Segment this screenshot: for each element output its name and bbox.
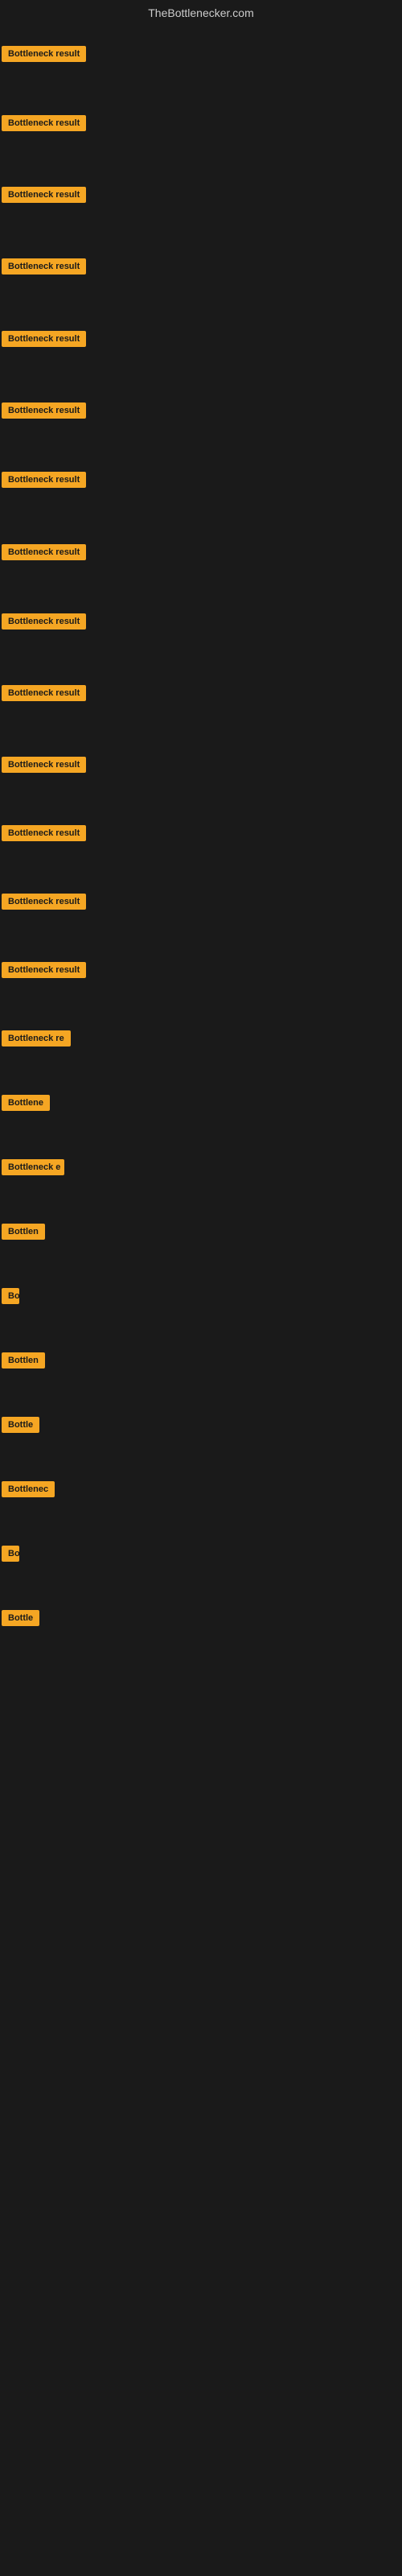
bottleneck-badge-21: Bottle	[2, 1417, 39, 1433]
bottleneck-badge-10: Bottleneck result	[2, 685, 86, 701]
bottleneck-badge-16: Bottlene	[2, 1095, 50, 1111]
bottleneck-badge-4: Bottleneck result	[2, 258, 86, 275]
bottleneck-badge-1: Bottleneck result	[2, 46, 86, 62]
bottleneck-badge-11: Bottleneck result	[2, 757, 86, 773]
bottleneck-badge-2: Bottleneck result	[2, 115, 86, 131]
bottleneck-badge-14: Bottleneck result	[2, 962, 86, 978]
bottleneck-badge-7: Bottleneck result	[2, 472, 86, 488]
bottleneck-badge-19: Bo	[2, 1288, 19, 1304]
bottleneck-badge-8: Bottleneck result	[2, 544, 86, 560]
bottleneck-badge-22: Bottlenec	[2, 1481, 55, 1497]
bottleneck-badge-3: Bottleneck result	[2, 187, 86, 203]
bottleneck-badge-12: Bottleneck result	[2, 825, 86, 841]
bottleneck-badge-5: Bottleneck result	[2, 331, 86, 347]
bottleneck-badge-15: Bottleneck re	[2, 1030, 71, 1046]
bottleneck-badge-13: Bottleneck result	[2, 894, 86, 910]
bottleneck-badge-24: Bottle	[2, 1610, 39, 1626]
bottleneck-badge-6: Bottleneck result	[2, 402, 86, 419]
bottleneck-badge-18: Bottlen	[2, 1224, 45, 1240]
bottleneck-badge-23: Bo	[2, 1546, 19, 1562]
bottleneck-badge-9: Bottleneck result	[2, 613, 86, 630]
bottleneck-badge-17: Bottleneck e	[2, 1159, 64, 1175]
bottleneck-badge-20: Bottlen	[2, 1352, 45, 1368]
